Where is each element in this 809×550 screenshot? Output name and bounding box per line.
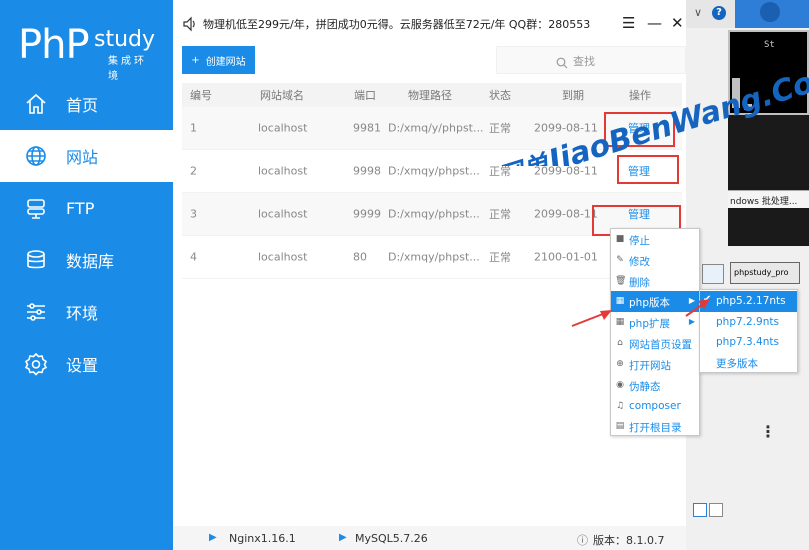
annotation-arrows — [571, 299, 710, 327]
annotation-arrow-right — [685, 299, 710, 317]
annotation-arrow-left — [571, 310, 612, 327]
